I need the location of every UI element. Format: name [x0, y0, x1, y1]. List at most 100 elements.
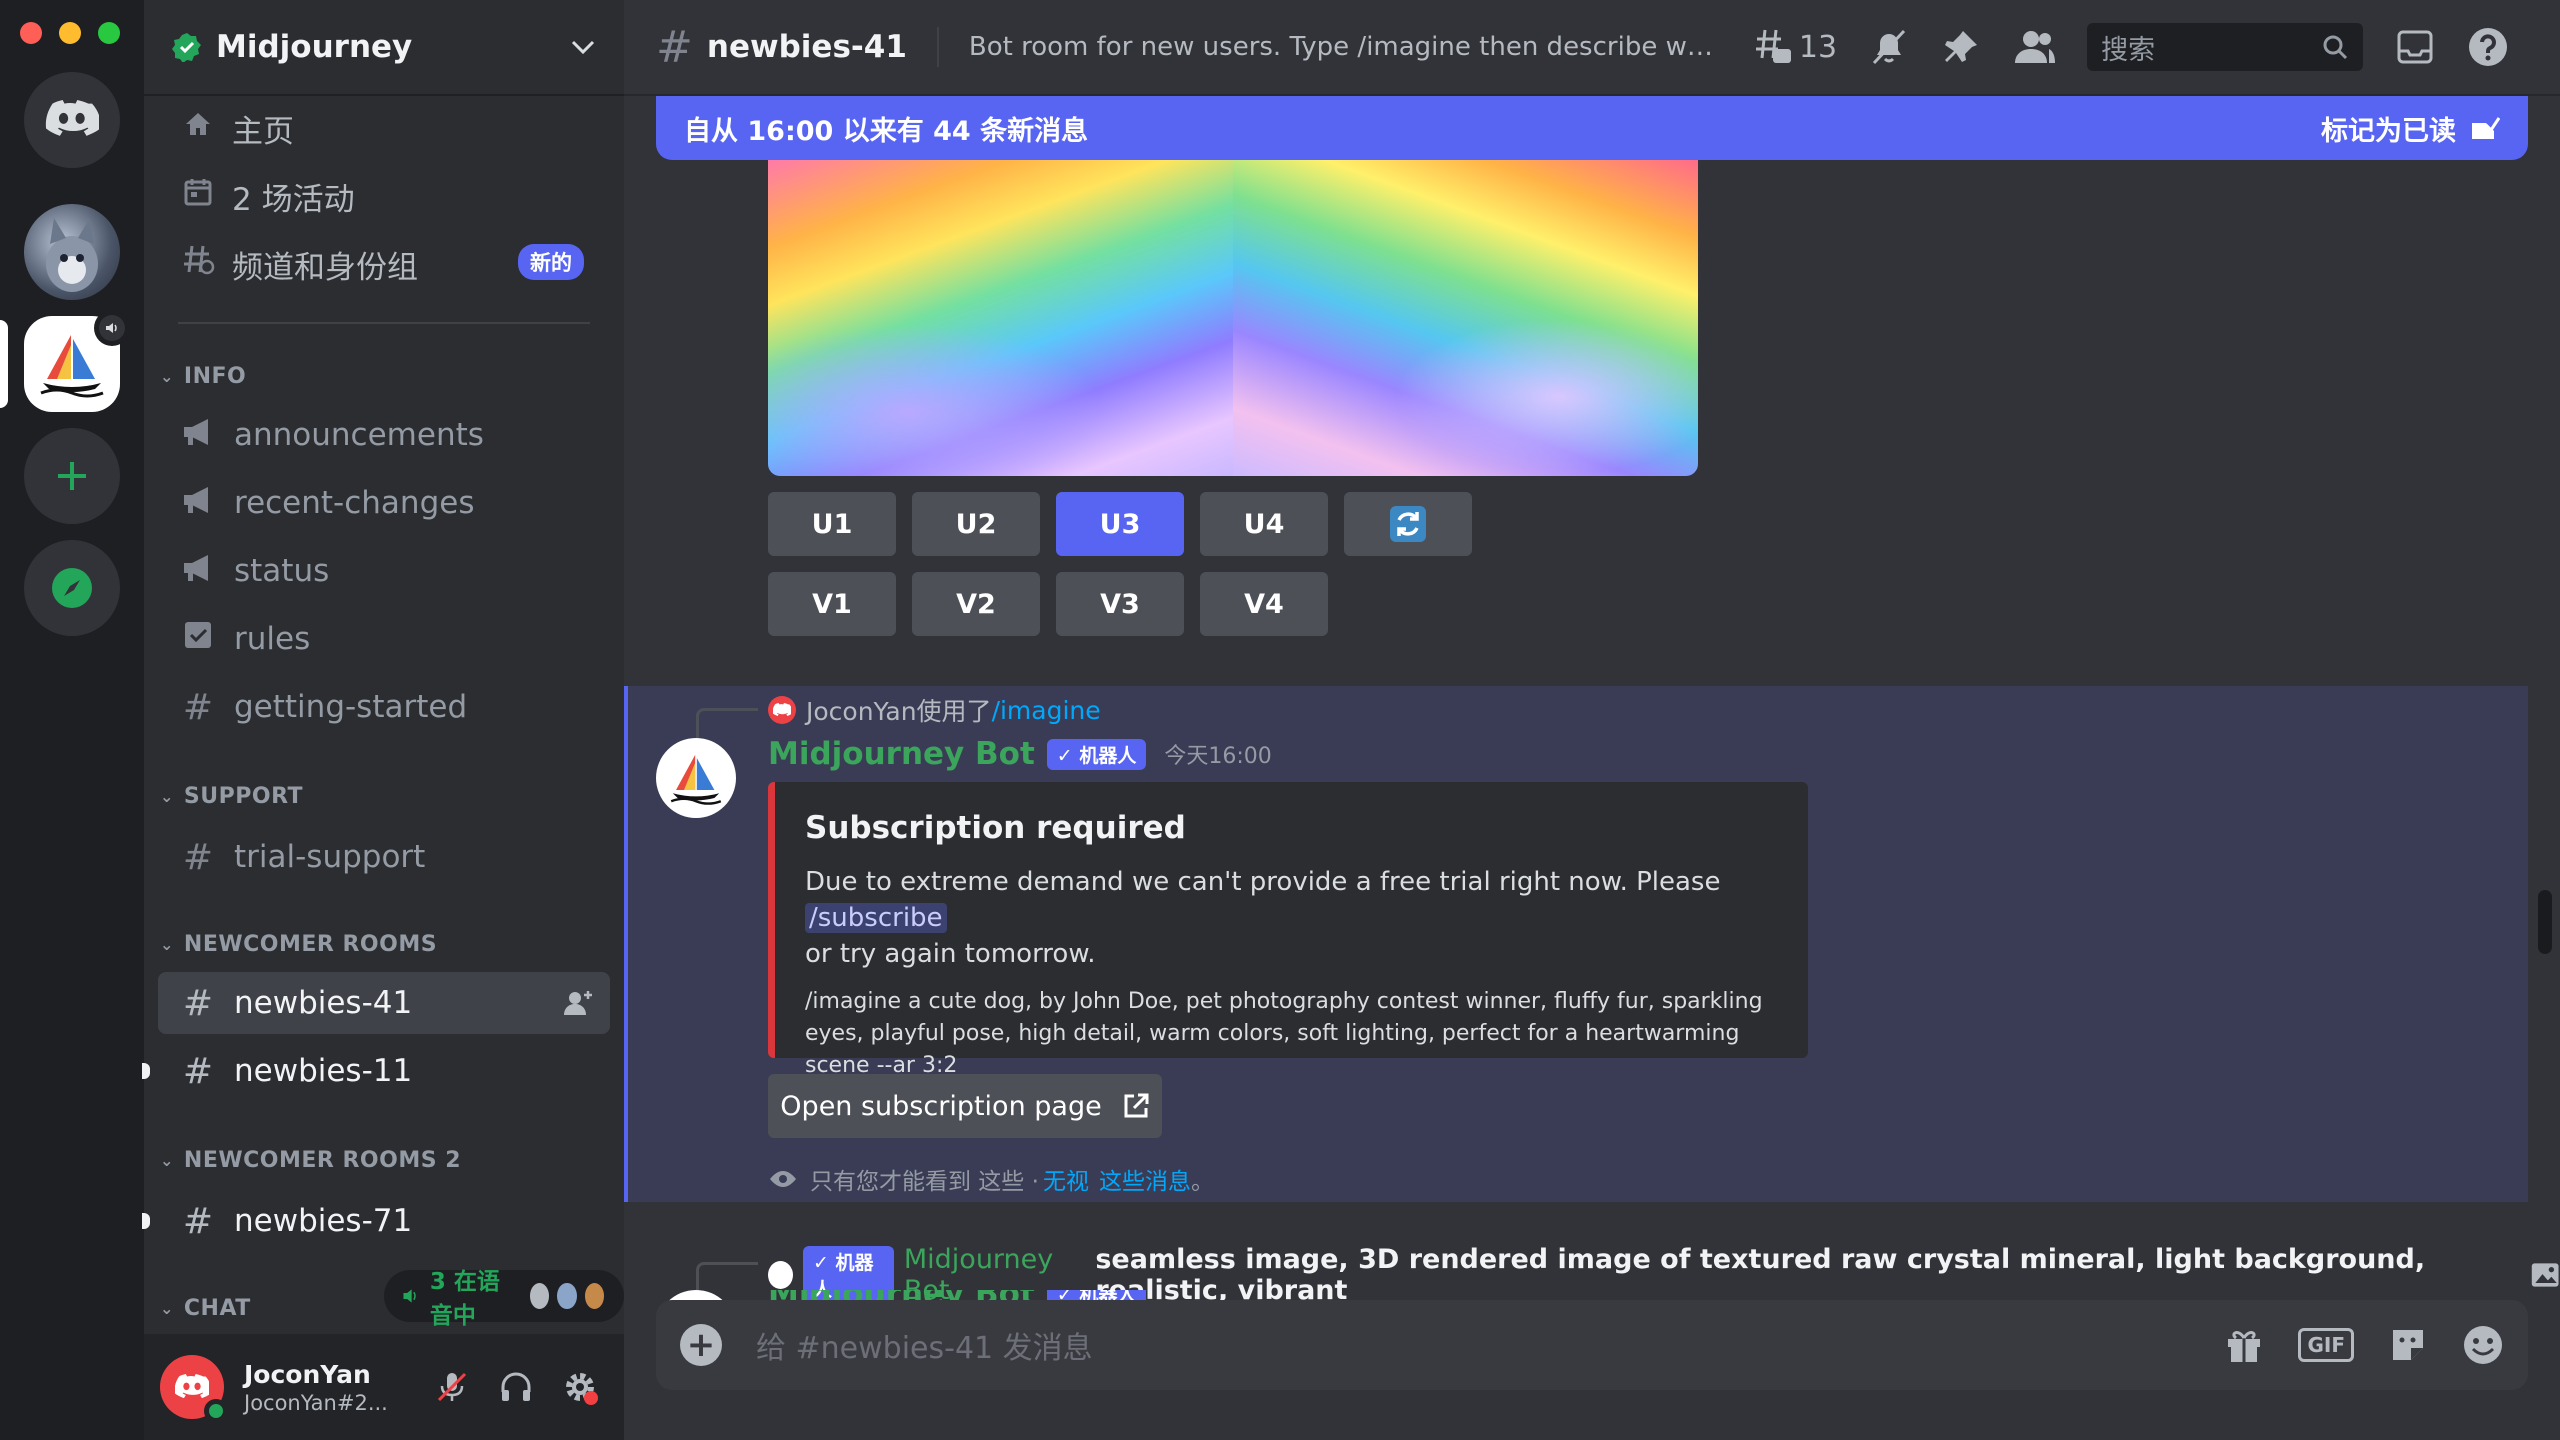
- reply-reference[interactable]: JoconYan使用了 /imagine: [768, 692, 1101, 728]
- explore-servers-button[interactable]: [24, 540, 120, 636]
- mark-as-read-label: 标记为已读: [2321, 115, 2456, 147]
- close-window-button[interactable]: [20, 22, 42, 44]
- embed-desc-part1: Due to extreme demand we can't provide a…: [805, 867, 1721, 897]
- these-messages-link[interactable]: 这些消息: [1099, 1162, 1191, 1196]
- category-newcomer-rooms-2[interactable]: ⌄ NEWCOMER ROOMS 2: [154, 1148, 461, 1173]
- help-icon: [2469, 28, 2508, 66]
- member-list-button[interactable]: [2013, 27, 2057, 67]
- channel-newbies-41[interactable]: # newbies-41: [158, 972, 610, 1034]
- chevron-down-icon: ⌄: [160, 1151, 174, 1170]
- gif-button[interactable]: GIF: [2298, 1328, 2354, 1362]
- notifications-button[interactable]: [1869, 27, 1909, 67]
- category-support[interactable]: ⌄ SUPPORT: [154, 784, 303, 809]
- midjourney-server-icon[interactable]: [24, 310, 130, 412]
- mute-button[interactable]: [424, 1359, 480, 1415]
- discord-logo-icon: [175, 1374, 209, 1399]
- reply-snippet: seamless image, 3D rendered image of tex…: [1095, 1244, 2426, 1306]
- gift-button[interactable]: [2224, 1325, 2264, 1365]
- upscale-button-row: U1 U2 U3 U4: [768, 492, 1472, 556]
- variation-3-button[interactable]: V3: [1056, 572, 1184, 636]
- voice-activity-pill[interactable]: 3 在语音中: [384, 1269, 624, 1329]
- sailboat-logo-icon: [40, 335, 104, 398]
- server-avatar-1[interactable]: [24, 204, 120, 300]
- microphone-muted-icon: [437, 1372, 467, 1402]
- user-avatar[interactable]: [160, 1355, 228, 1423]
- channel-status[interactable]: status: [158, 540, 610, 602]
- category-info[interactable]: ⌄ INFO: [154, 364, 246, 389]
- channel-label: newbies-41: [234, 985, 413, 1021]
- pinned-messages-button[interactable]: [1941, 27, 1981, 67]
- speaker-icon: [106, 323, 117, 333]
- maximize-window-button[interactable]: [98, 22, 120, 44]
- upscale-4-button[interactable]: U4: [1200, 492, 1328, 556]
- sticker-button[interactable]: [2388, 1325, 2428, 1365]
- author-name[interactable]: Midjourney Bot: [768, 736, 1035, 772]
- generated-image-grid[interactable]: [768, 160, 1698, 476]
- attach-plus-icon[interactable]: +: [680, 1324, 722, 1366]
- channel-topic[interactable]: Bot room for new users. Type /imagine th…: [969, 32, 1729, 62]
- channel-recent-changes[interactable]: recent-changes: [158, 472, 610, 534]
- mark-read-icon: [2472, 117, 2500, 139]
- threads-button[interactable]: 13: [1753, 27, 1837, 67]
- guild-header[interactable]: Midjourney: [144, 0, 624, 96]
- window-controls: [20, 22, 120, 44]
- channel-getting-started[interactable]: # getting-started: [158, 676, 610, 738]
- channel-announcements[interactable]: announcements: [158, 404, 610, 466]
- nav-channels-roles[interactable]: 频道和身份组: [178, 236, 418, 292]
- subscribe-command-mention[interactable]: /subscribe: [805, 903, 947, 933]
- selected-server-indicator: [0, 320, 8, 408]
- search-input[interactable]: 搜索: [2087, 23, 2364, 71]
- dismiss-link[interactable]: 无视: [1043, 1162, 1089, 1196]
- subscription-embed: Subscription required Due to extreme dem…: [768, 782, 1808, 1078]
- refresh-icon: [1390, 506, 1426, 542]
- bot-avatar[interactable]: [656, 738, 736, 818]
- threads-icon: [1755, 29, 1791, 63]
- channel-rules[interactable]: rules: [158, 608, 610, 670]
- category-newcomer-rooms[interactable]: ⌄ NEWCOMER ROOMS: [154, 932, 437, 957]
- open-subscription-button[interactable]: Open subscription page: [768, 1074, 1162, 1138]
- reply-command[interactable]: /imagine: [992, 696, 1101, 725]
- inbox-button[interactable]: [2395, 27, 2435, 67]
- channel-newbies-71[interactable]: # newbies-71: [142, 1190, 610, 1252]
- hash-icon: #: [182, 836, 214, 878]
- variation-1-button[interactable]: V1: [768, 572, 896, 636]
- username: JoconYan: [244, 1359, 371, 1389]
- nav-home[interactable]: 主页: [178, 100, 294, 156]
- emoji-button[interactable]: [2462, 1324, 2504, 1366]
- embed-prompt: /imagine a cute dog, by John Doe, pet ph…: [805, 989, 1763, 1078]
- new-messages-banner[interactable]: 自从 16:00 以来有 44 条新消息 标记为已读: [656, 96, 2528, 160]
- category-chat[interactable]: ⌄ CHAT: [154, 1296, 251, 1321]
- category-newcomer2-label: NEWCOMER ROOMS 2: [183, 1148, 462, 1173]
- message-composer[interactable]: + 给 #newbies-41 发消息 GIF: [656, 1300, 2528, 1390]
- notification-dot: [584, 1391, 598, 1405]
- variation-4-button[interactable]: V4: [1200, 572, 1328, 636]
- user-settings-button[interactable]: [552, 1359, 608, 1415]
- chevron-down-icon[interactable]: [570, 39, 596, 55]
- add-server-button[interactable]: [24, 428, 120, 524]
- upscale-3-button[interactable]: U3: [1056, 492, 1184, 556]
- channel-newbies-11[interactable]: # newbies-11: [142, 1040, 610, 1102]
- gif-label: GIF: [2298, 1328, 2354, 1362]
- voice-activity-badge: [94, 310, 130, 346]
- channel-trial-support[interactable]: # trial-support: [158, 826, 610, 888]
- scrollbar-thumb[interactable]: [2538, 890, 2552, 954]
- minimize-window-button[interactable]: [59, 22, 81, 44]
- variation-2-button[interactable]: V2: [912, 572, 1040, 636]
- deafen-button[interactable]: [488, 1359, 544, 1415]
- upscale-2-button[interactable]: U2: [912, 492, 1040, 556]
- nav-events[interactable]: 2 场活动: [178, 168, 355, 224]
- mark-as-read-button[interactable]: 标记为已读: [2321, 109, 2500, 148]
- help-button[interactable]: [2467, 26, 2509, 68]
- composer-placeholder: 给 #newbies-41 发消息: [756, 1331, 1093, 1366]
- invite-member-icon[interactable]: [562, 987, 594, 1019]
- threads-count: 13: [1798, 29, 1838, 65]
- direct-messages-button[interactable]: [24, 72, 120, 168]
- channel-label: status: [234, 553, 330, 589]
- image-attachment-icon: [2531, 1263, 2559, 1287]
- upscale-1-button[interactable]: U1: [768, 492, 896, 556]
- category-support-label: SUPPORT: [183, 784, 304, 809]
- reroll-button[interactable]: [1344, 492, 1472, 556]
- user-names[interactable]: JoconYan JoconYan#2...: [244, 1360, 416, 1415]
- sailboat-logo-icon: [670, 754, 722, 805]
- channel-label: newbies-71: [234, 1203, 413, 1239]
